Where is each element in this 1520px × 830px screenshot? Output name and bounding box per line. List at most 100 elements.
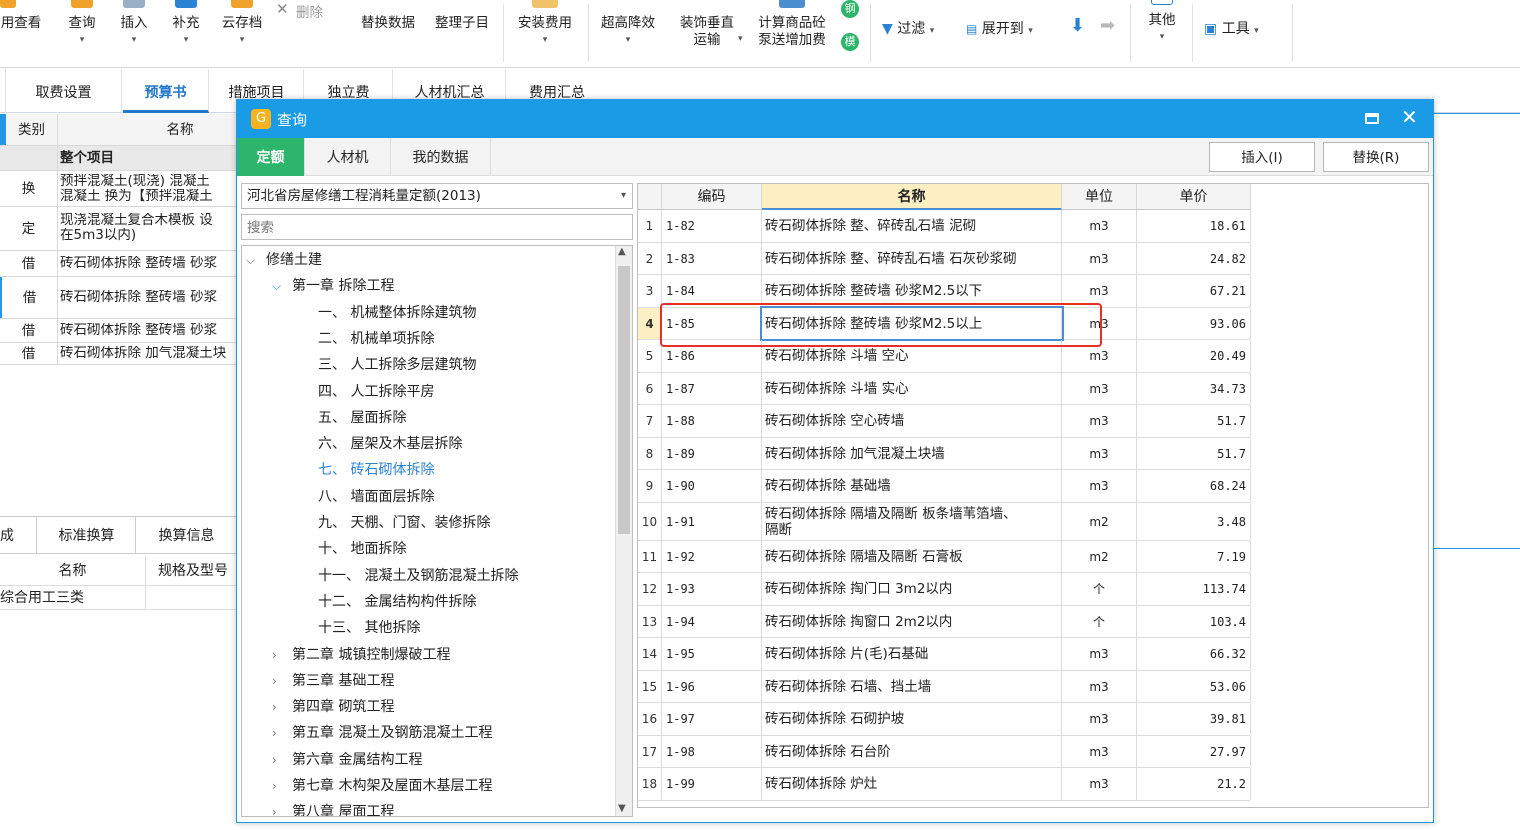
table-row[interactable]: 10 1-91 砖石砌体拆除 隔墙及隔断 板条墙苇箔墙、 隔断 m2 3.48 [638,502,1251,541]
replace-button[interactable]: 替换(R) [1323,142,1429,172]
chevron-right-icon[interactable]: › [272,721,292,745]
chevron-down-icon[interactable]: ⌵ [272,274,292,298]
steel-badge[interactable]: 钢 [841,0,859,18]
tab-budget[interactable]: 预算书 [123,69,209,113]
tree-node[interactable]: 十三、 其他拆除 [318,616,420,640]
tab-conversion-info[interactable]: 换算信息 [137,517,237,553]
table-row[interactable]: 2 1-83 砖石砌体拆除 整、碎砖乱石墙 石灰砂浆砌 m3 24.82 [638,242,1251,275]
tree-node[interactable]: › 第五章 混凝土及钢筋混凝土工程 [272,721,492,745]
high-efficiency-button[interactable]: 超高降效 ▾ [594,0,662,66]
scroll-down-icon[interactable]: ▼ [618,803,626,814]
tree-node[interactable]: › 第七章 木构架及屋面木基层工程 [272,774,492,798]
filter-button[interactable]: ▼ 过滤 ▾ [882,18,934,40]
chevron-down-icon[interactable]: ⌵ [246,248,266,272]
tree-node[interactable]: 十一、 混凝土及钢筋混凝土拆除 [318,564,518,588]
chevron-right-icon[interactable]: › [272,748,292,772]
library-select[interactable]: 河北省房屋修缮工程消耗量定额(2013) ▾ [241,183,633,209]
tree-node[interactable]: 十、 地面拆除 [318,537,406,561]
table-row[interactable]: 6 1-87 砖石砌体拆除 斗墙 实心 m3 34.73 [638,372,1251,405]
table-row[interactable]: 定 现浇混凝土复合木模板 设 在5m3以内) [0,207,240,251]
tab-labor-material[interactable]: 人材机 [305,138,391,176]
table-row[interactable]: 16 1-97 砖石砌体拆除 石砌护坡 m3 39.81 [638,703,1251,736]
tree-node[interactable]: 一、 机械整体拆除建筑物 [318,301,476,325]
insert-button[interactable]: 插入(I) [1209,142,1315,172]
tree-node[interactable]: 五、 屋面拆除 [318,406,406,430]
name-cell: 砖石砌体拆除 石砌护坡 [762,703,1062,735]
scroll-up-icon[interactable]: ▲ [618,246,626,257]
dialog-title-bar[interactable]: G 查询 ✕ [237,100,1433,138]
table-row[interactable]: 9 1-90 砖石砌体拆除 基础墙 m3 68.24 [638,470,1251,503]
table-row[interactable]: 整个项目 [0,146,240,171]
tree-node[interactable]: 十二、 金属结构构件拆除 [318,590,476,614]
tree-node[interactable]: 八、 墙面面层拆除 [318,485,434,509]
table-row[interactable]: 12 1-93 砖石砌体拆除 掏门口 3m2以内个 113.74 [638,573,1251,606]
chevron-right-icon[interactable]: › [272,643,292,667]
table-row[interactable]: 1 1-82 砖石砌体拆除 整、碎砖乱石墙 泥砌 m3 18.61 [638,210,1251,243]
tools-button[interactable]: ▣ 工具 ▾ [1204,18,1259,40]
table-row[interactable]: 15 1-96 砖石砌体拆除 石墙、挡土墙 m3 53.06 [638,670,1251,703]
other-button[interactable]: 其他 ▾ [1140,0,1184,66]
unit-cell: m3 [1062,372,1137,404]
name-cell: 砖石砌体拆除 整、碎砖乱石墙 泥砌 [762,210,1062,242]
table-row[interactable]: 18 1-99 砖石砌体拆除 炉灶 m3 21.2 [638,768,1251,801]
tree-node[interactable]: › 第四章 砌筑工程 [272,695,394,719]
tab-quota[interactable]: 定额 [237,138,305,176]
view-button[interactable]: 用查看 [0,0,42,66]
table-row[interactable]: 7 1-88 砖石砌体拆除 空心砖墙 m3 51.7 [638,405,1251,438]
search-input[interactable] [241,214,633,240]
tree-node[interactable]: 六、 屋架及木基层拆除 [318,432,462,456]
table-row[interactable]: 14 1-95 砖石砌体拆除 片(毛)石基础 m3 66.32 [638,638,1251,671]
delete-button[interactable]: ✕ 删除 [274,0,334,66]
tree-node[interactable]: › 第六章 金属结构工程 [272,748,422,772]
lower-table-row[interactable]: 综合用工三类 [0,586,240,610]
table-row[interactable]: 借 砖石砌体拆除 整砖墙 砂浆 [0,319,240,343]
tree-node[interactable]: 七、 砖石砌体拆除 [318,458,434,482]
chevron-right-icon[interactable]: › [272,774,292,798]
tab-composition[interactable]: 成 [0,517,37,553]
tree-node[interactable]: 三、 人工拆除多层建筑物 [318,353,476,377]
table-row[interactable]: 借 砖石砌体拆除 加气混凝土块 [0,343,240,365]
tree-scrollbar[interactable]: ▲ ▼ [615,246,632,816]
tree-node[interactable]: › 第八章 屋面工程 [272,800,394,816]
expand-to-button[interactable]: ▤ 展开到 ▾ [966,18,1033,40]
insert-button[interactable]: 插入 ▾ [114,0,154,66]
close-icon[interactable]: ✕ [1401,105,1418,129]
cloud-archive-button[interactable]: 云存档 ▾ [216,0,268,66]
tab-my-data[interactable]: 我的数据 [391,138,491,176]
chevron-right-icon[interactable]: › [272,800,292,816]
table-row[interactable]: 13 1-94 砖石砌体拆除 掏窗口 2m2以内个 103.4 [638,605,1251,638]
formwork-badge[interactable]: 模 [841,33,859,51]
table-row[interactable]: 17 1-98 砖石砌体拆除 石台阶 m3 27.97 [638,735,1251,768]
name-cell: 砖石砌体拆除 石墙、挡土墙 [762,670,1062,702]
table-row[interactable]: 借 砖石砌体拆除 整砖墙 砂浆 [0,277,240,319]
table-row[interactable]: 借 砖石砌体拆除 整砖墙 砂浆 [0,251,240,277]
tree-node[interactable]: ⌵ 第一章 拆除工程 [272,274,394,298]
tree-node[interactable]: › 第三章 基础工程 [272,669,394,693]
tab-fee-settings[interactable]: 取费设置 [6,69,122,113]
replace-data-button[interactable]: 替换数据 [354,0,422,66]
arrow-right-icon[interactable]: ➡ [1100,15,1115,36]
tree-node[interactable]: ⌵ 修缮土建 [246,248,322,272]
chevron-right-icon[interactable]: › [272,695,292,719]
maximize-icon[interactable] [1365,113,1379,124]
chevron-right-icon[interactable]: › [272,669,292,693]
install-fee-button[interactable]: 安装费用 ▾ [510,0,580,66]
scrollbar-thumb[interactable] [618,266,630,534]
tree-node[interactable]: 二、 机械单项拆除 [318,327,434,351]
tab-standard-conversion[interactable]: 标准换算 [38,517,136,553]
code-cell: 1-98 [662,735,762,767]
pump-fee-button[interactable]: 计算商品砼 泵送增加费 [750,0,834,66]
table-row[interactable]: 换 预拌混凝土(现浇) 混凝土 混凝土 换为【预拌混凝土 [0,171,240,207]
tree-node[interactable]: 九、 天棚、门窗、装修拆除 [318,511,490,535]
supplement-button[interactable]: 补充 ▾ [166,0,206,66]
tree-node[interactable]: › 第二章 城镇控制爆破工程 [272,643,450,667]
code-cell: 1-94 [662,605,762,637]
decor-vertical-transport-button[interactable]: 装饰垂直 运输 ▾ [670,0,744,66]
arrow-down-icon[interactable]: ⬇ [1070,15,1085,36]
table-row[interactable]: 8 1-89 砖石砌体拆除 加气混凝土块墙 m3 51.7 [638,437,1251,470]
price-cell: 27.97 [1137,735,1251,767]
tree-node[interactable]: 四、 人工拆除平房 [318,380,434,404]
organize-items-button[interactable]: 整理子目 [428,0,496,66]
table-row[interactable]: 11 1-92 砖石砌体拆除 隔墙及隔断 石膏板 m2 7.19 [638,540,1251,573]
query-button[interactable]: 查询 ▾ [62,0,102,66]
